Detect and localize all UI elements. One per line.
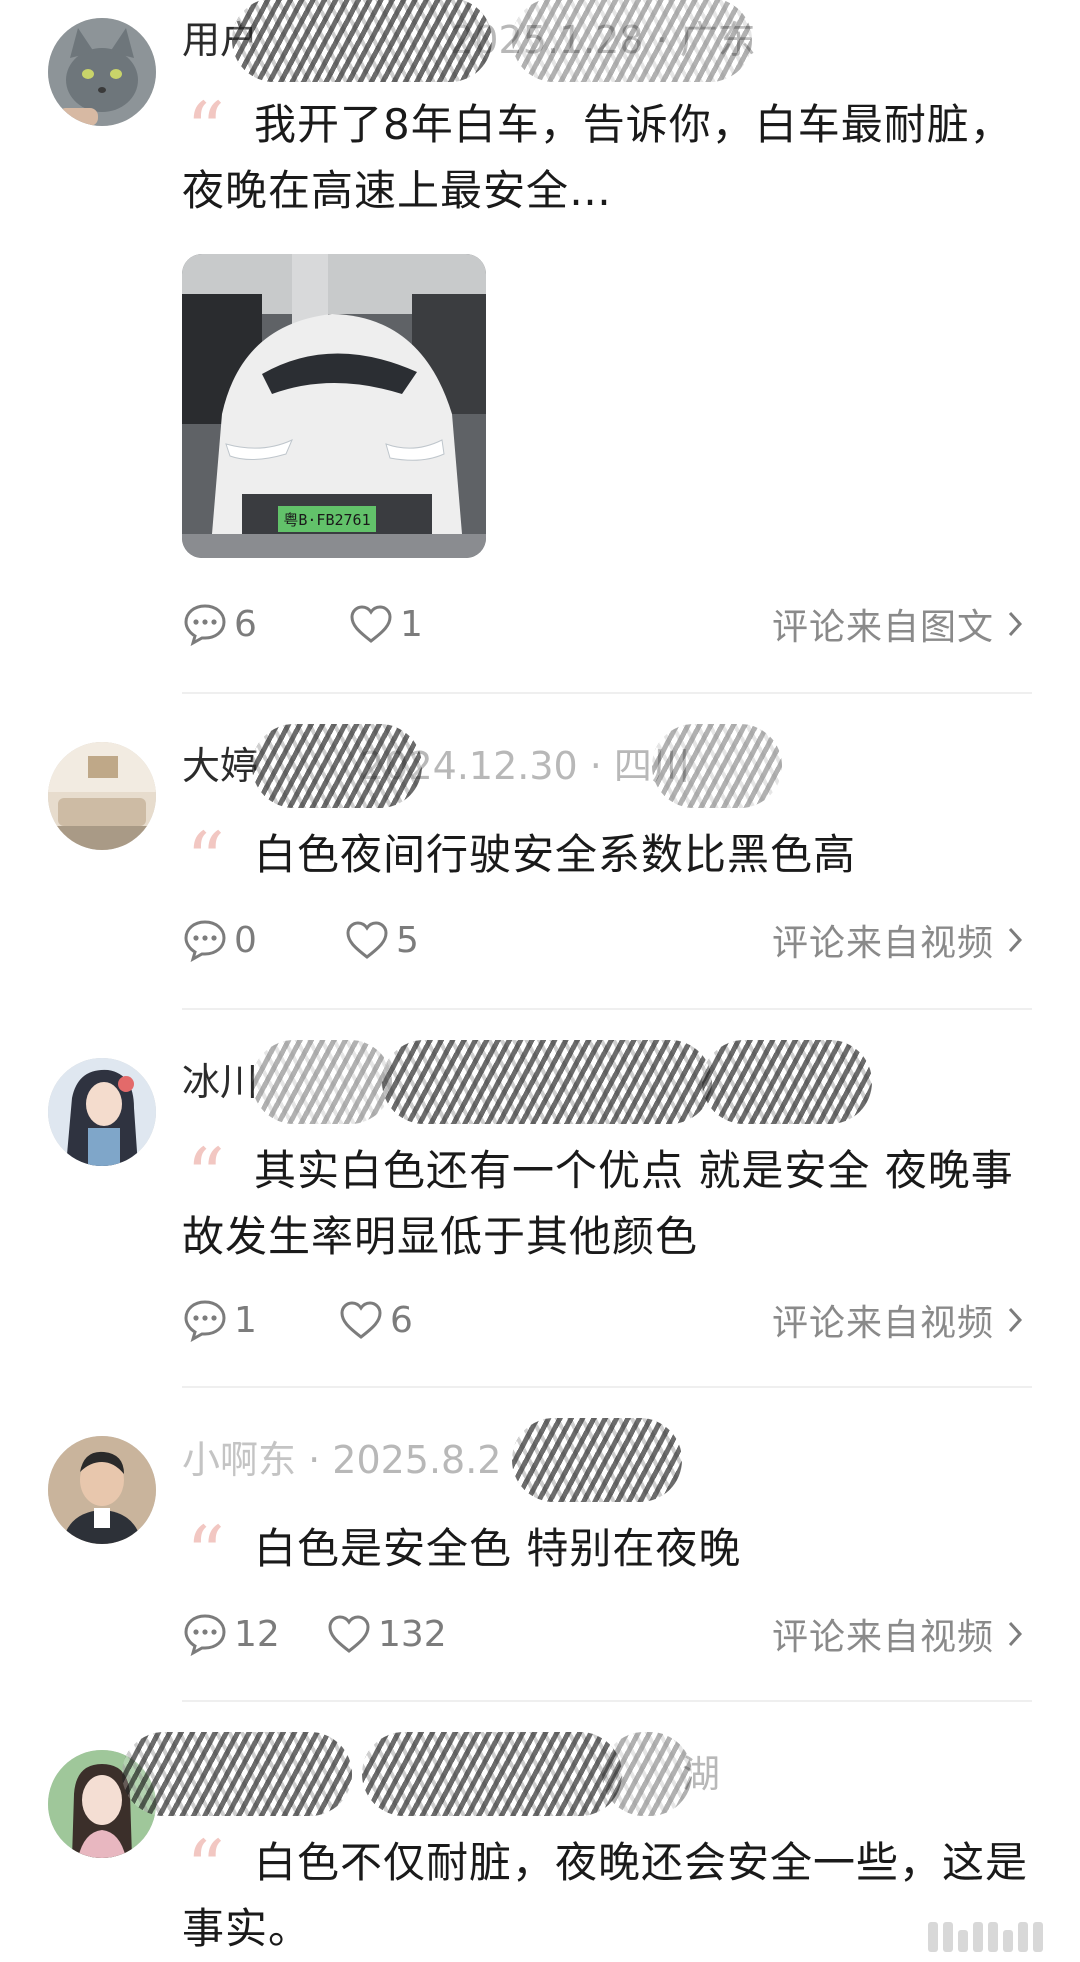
reply-button[interactable]: 6 [182,596,257,652]
reply-button[interactable]: 1 [182,1292,257,1348]
comment-source-label: 评论来自视频 [771,1617,994,1658]
comment-text: 其实白色还有一个优点 就是安全 夜晚事故发生率明显低于其他颜色 [182,1146,1014,1261]
divider [182,1386,1032,1388]
like-button[interactable]: 132 [326,1606,447,1662]
like-button[interactable]: 5 [344,912,419,968]
avatar[interactable] [48,1058,156,1166]
comment-text: 白色夜间行驶安全系数比黑色高 [254,830,857,879]
chevron-right-icon [1008,927,1023,953]
comment-actions: 6 1 评论来自图文 [182,596,1032,652]
comment-source-label: 评论来自视频 [771,923,994,964]
redaction-scribble [232,0,492,82]
illustrated-girl-avatar-image [48,1058,156,1166]
chevron-right-icon [1008,1307,1023,1333]
comment-source-link[interactable]: 评论来自视频 [772,912,1024,968]
redaction-scribble [252,1040,392,1124]
username[interactable]: 冰川 [182,1060,258,1104]
room-avatar-image [48,742,156,850]
heart-icon [340,1301,382,1339]
redaction-scribble [252,724,422,808]
comment-source-link[interactable]: 评论来自图文 [772,596,1024,652]
reply-button[interactable]: 12 [182,1606,280,1662]
watermark-logo [928,1912,1058,1952]
reply-icon [184,1614,226,1656]
heart-icon [350,605,392,643]
redaction-scribble [512,0,752,82]
avatar[interactable] [48,18,156,126]
comment-header: 小啊东 · 2025.8.2 [182,1418,1032,1502]
comment-actions: 12 132 评论来自视频 [182,1606,1032,1662]
comment-text: 白色不仅耐脏，夜晚还会安全一些，这是事实。 [182,1838,1029,1953]
redaction-scribble [382,1040,712,1124]
comment-text: 白色是安全色 特别在夜晚 [254,1524,742,1573]
license-plate: 粤B·FB2761 [283,511,370,529]
cat-avatar-image [48,18,156,126]
divider [182,1008,1032,1010]
like-button[interactable]: 1 [348,596,423,652]
comment-photo[interactable]: 粤B·FB2761 [182,254,486,558]
redaction-scribble [362,1732,622,1816]
redaction-scribble [702,1040,872,1124]
username[interactable]: 大婷 [182,744,258,788]
like-count: 1 [400,603,423,645]
comment-header: 大婷 2024.12.30 · 四川 [182,724,1032,808]
username[interactable]: 小啊东 [182,1438,296,1482]
comment-meta: · 2025.8.2 [308,1438,502,1482]
reply-button[interactable]: 0 [182,912,257,968]
heart-icon [346,921,388,959]
chevron-right-icon [1008,1621,1023,1647]
comment-source-link[interactable]: 评论来自视频 [772,1606,1024,1662]
like-count: 6 [390,1299,413,1341]
reply-icon [184,1300,226,1342]
redaction-scribble [602,1732,692,1816]
comment-text: 我开了8年白车，告诉你，白车最耐脏，夜晚在高速上最安全… [182,100,1013,215]
reply-count: 0 [234,919,257,961]
avatar[interactable] [48,1436,156,1544]
divider [182,1700,1032,1702]
reply-count: 1 [234,1299,257,1341]
comment-source-label: 评论来自视频 [771,1303,994,1344]
comment-actions: 0 5 评论来自视频 [182,912,1032,968]
like-count: 5 [396,919,419,961]
divider [182,692,1032,694]
comment-source-label: 评论来自图文 [771,607,994,648]
comment-header: 冰川 [182,1040,1032,1124]
comment-actions: 1 6 评论来自视频 [182,1292,1032,1348]
man-avatar-image [48,1436,156,1544]
redaction-scribble [512,1418,682,1502]
reply-count: 12 [234,1613,280,1655]
heart-icon [328,1615,370,1653]
reply-icon [184,604,226,646]
chevron-right-icon [1008,611,1023,637]
car-photo: 粤B·FB2761 [182,254,486,558]
comment-source-link[interactable]: 评论来自视频 [772,1292,1024,1348]
reply-icon [184,920,226,962]
avatar[interactable] [48,742,156,850]
like-count: 132 [378,1613,447,1655]
redaction-scribble [652,724,782,808]
like-button[interactable]: 6 [338,1292,413,1348]
comment-header: 用户 2025.1.28 · 广东 [182,0,1032,82]
redaction-scribble [122,1732,352,1816]
comment-header: 湖 [122,1732,1032,1816]
reply-count: 6 [234,603,257,645]
